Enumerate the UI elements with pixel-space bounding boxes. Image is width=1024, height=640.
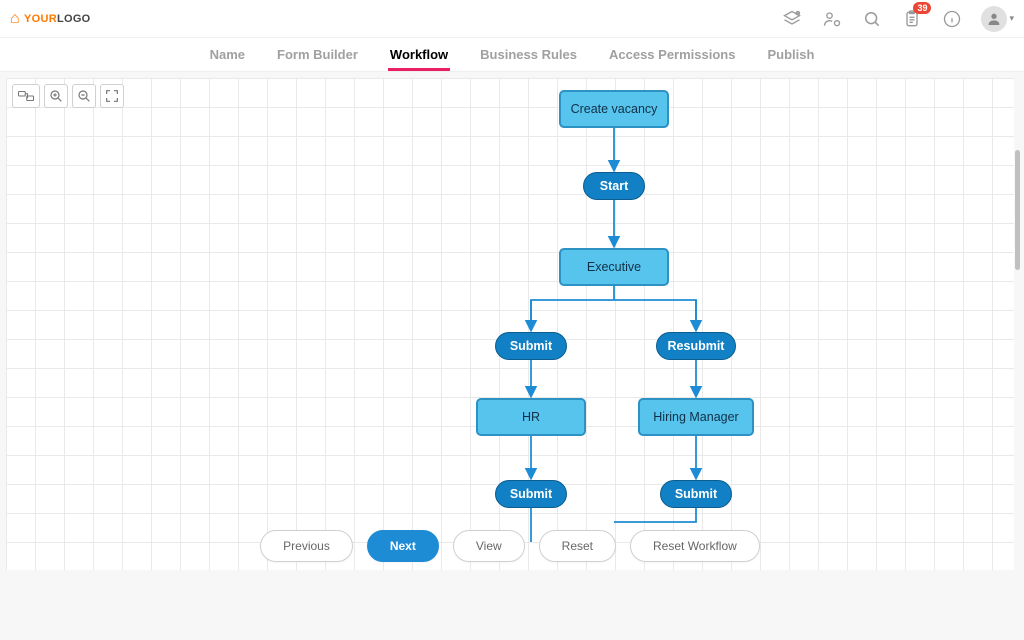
node-hr[interactable]: HR xyxy=(476,398,586,436)
vertical-scrollbar[interactable] xyxy=(1015,150,1020,640)
scrollbar-thumb[interactable] xyxy=(1015,150,1020,270)
tab-form-builder[interactable]: Form Builder xyxy=(275,39,360,71)
step-button[interactable] xyxy=(12,84,40,108)
layers-icon[interactable] xyxy=(781,8,803,30)
tab-workflow[interactable]: Workflow xyxy=(388,39,450,71)
info-icon[interactable] xyxy=(941,8,963,30)
tab-access-permissions[interactable]: Access Permissions xyxy=(607,39,737,71)
zoom-out-button[interactable] xyxy=(72,84,96,108)
app-logo: ⌂ YOURLOGO xyxy=(10,11,91,27)
transition-submit-hr[interactable]: Submit xyxy=(495,480,567,508)
zoom-in-button[interactable] xyxy=(44,84,68,108)
avatar-icon xyxy=(981,6,1007,32)
tab-business-rules[interactable]: Business Rules xyxy=(478,39,579,71)
footer-actions: Previous Next View Reset Reset Workflow xyxy=(6,530,1014,562)
reset-workflow-button[interactable]: Reset Workflow xyxy=(630,530,760,562)
notification-badge: 39 xyxy=(913,2,931,14)
user-menu[interactable]: ▾ xyxy=(981,6,1014,32)
search-icon[interactable] xyxy=(861,8,883,30)
logo-text-2: LOGO xyxy=(57,13,91,25)
workflow-canvas[interactable]: Create vacancy Start Executive Submit Re… xyxy=(6,78,1014,570)
previous-button[interactable]: Previous xyxy=(260,530,353,562)
transition-submit-1[interactable]: Submit xyxy=(495,332,567,360)
view-button[interactable]: View xyxy=(453,530,525,562)
transition-submit-hm[interactable]: Submit xyxy=(660,480,732,508)
node-create-vacancy[interactable]: Create vacancy xyxy=(559,90,669,128)
logo-icon: ⌂ xyxy=(10,11,20,27)
tab-bar: Name Form Builder Workflow Business Rule… xyxy=(0,38,1024,72)
node-hiring-manager[interactable]: Hiring Manager xyxy=(638,398,754,436)
chevron-down-icon: ▾ xyxy=(1009,13,1014,24)
tab-publish[interactable]: Publish xyxy=(765,39,816,71)
fullscreen-button[interactable] xyxy=(100,84,124,108)
transition-start[interactable]: Start xyxy=(583,172,645,200)
tab-name[interactable]: Name xyxy=(208,39,247,71)
logo-text-1: YOUR xyxy=(24,13,57,25)
reset-button[interactable]: Reset xyxy=(539,530,616,562)
transition-resubmit[interactable]: Resubmit xyxy=(656,332,736,360)
next-button[interactable]: Next xyxy=(367,530,439,562)
app-header: ⌂ YOURLOGO 39 xyxy=(0,0,1024,38)
node-executive[interactable]: Executive xyxy=(559,248,669,286)
clipboard-icon[interactable]: 39 xyxy=(901,8,923,30)
user-settings-icon[interactable] xyxy=(821,8,843,30)
